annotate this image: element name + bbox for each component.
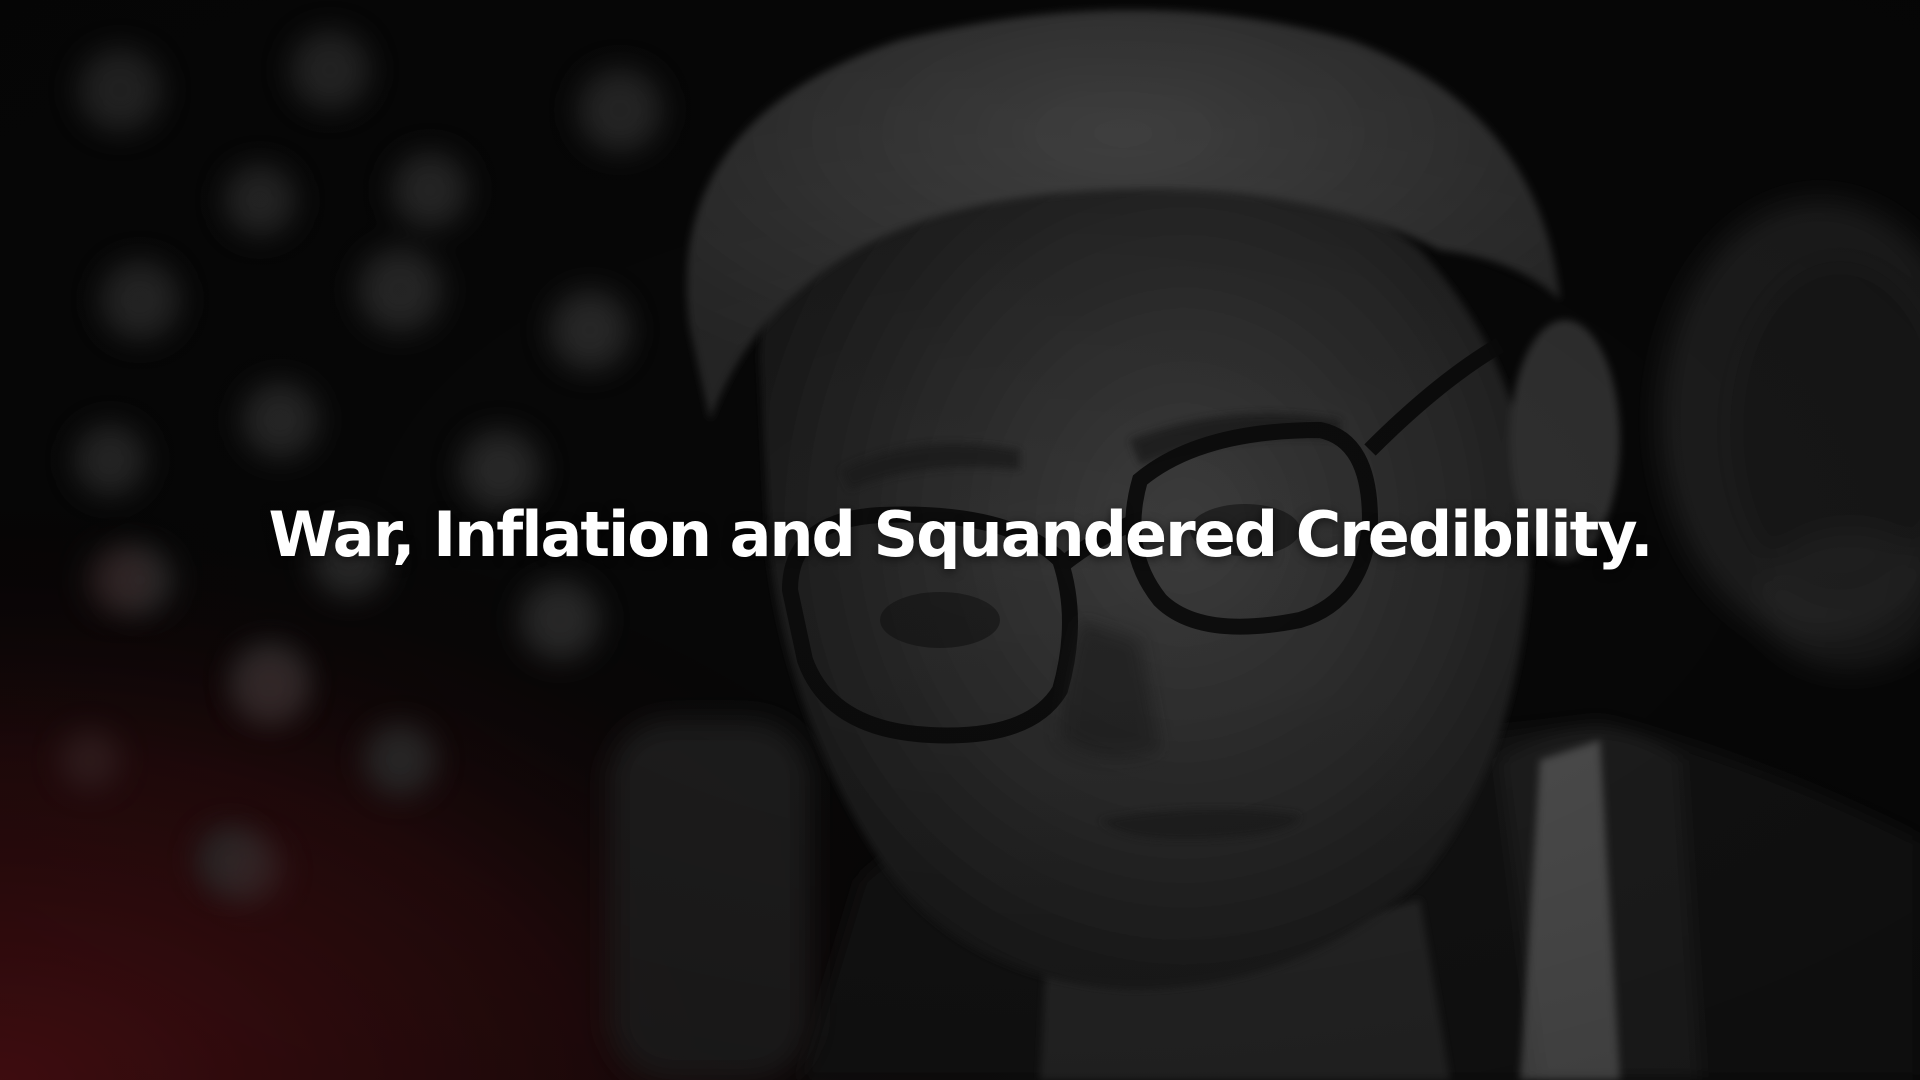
hero-banner: War, Inflation and Squandered Credibilit… <box>0 0 1920 1080</box>
headline: War, Inflation and Squandered Credibilit… <box>268 498 1653 571</box>
